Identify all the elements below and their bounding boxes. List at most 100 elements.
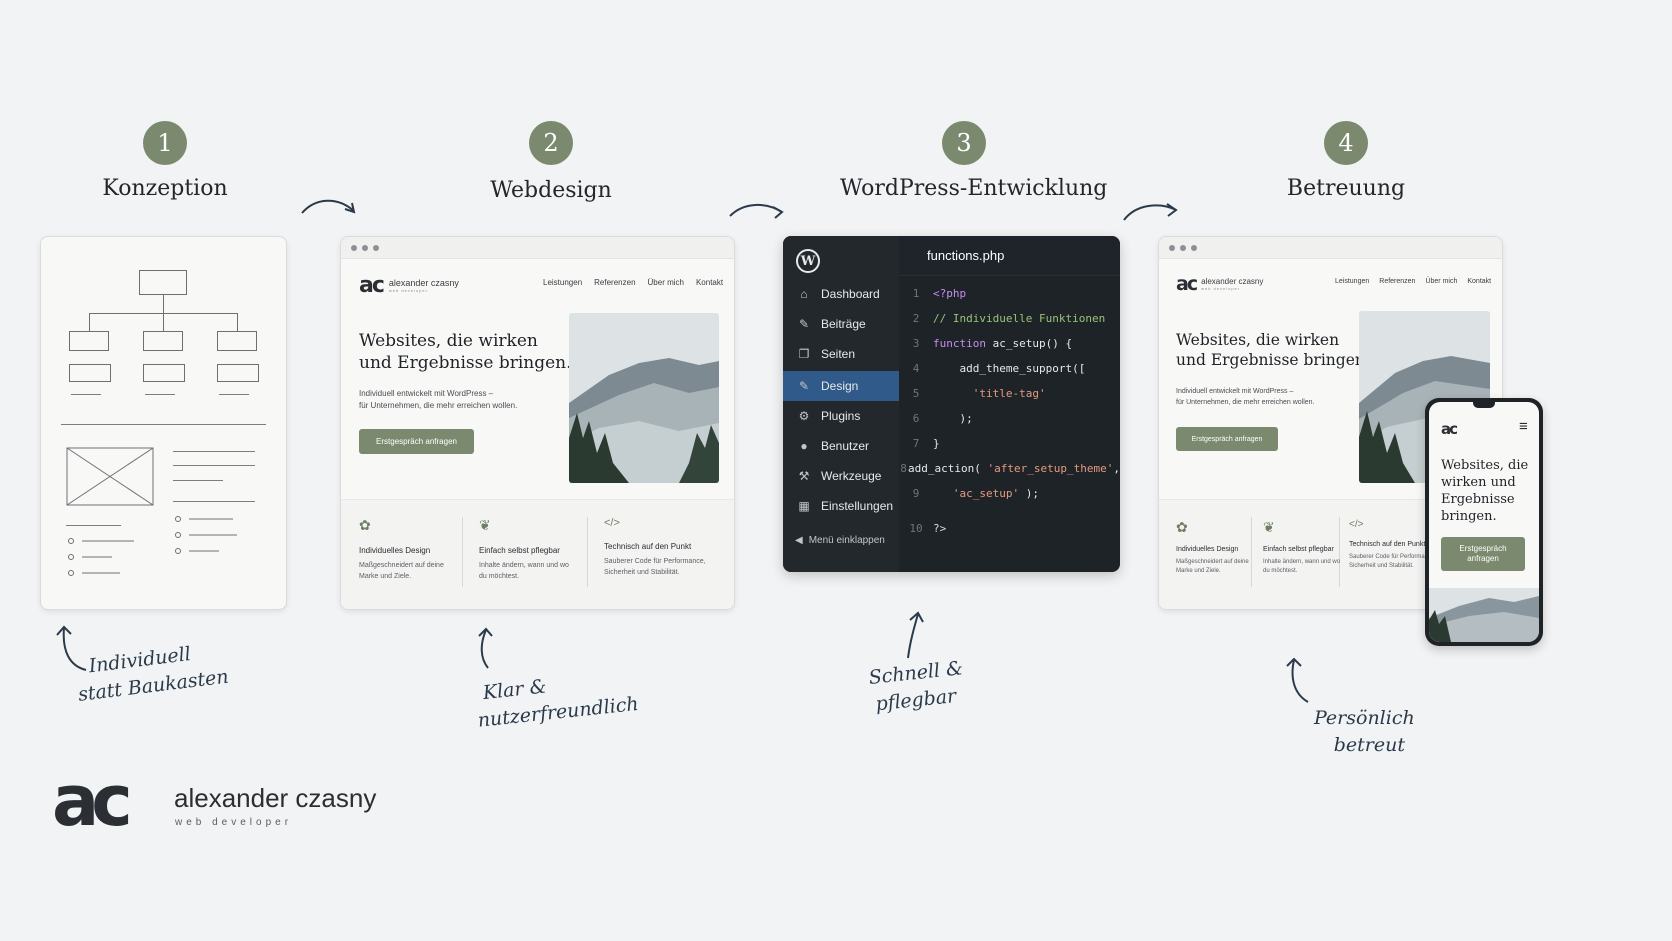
image-placeholder-icon	[66, 447, 154, 506]
window-dot-icon	[373, 244, 379, 251]
nav-ueber-mich[interactable]: Über mich	[1425, 278, 1457, 285]
code-line: 8 add_action( 'after_setup_theme',	[900, 462, 1120, 475]
window-dot-icon	[1180, 244, 1186, 251]
wp-menu-benutzer[interactable]: ● Benutzer	[783, 431, 899, 461]
brand-name: alexander czasny	[388, 278, 459, 288]
feature-tech: </> Technisch auf den Punkt Sauberer Cod…	[1349, 519, 1437, 569]
nav-leistungen[interactable]: Leistungen	[543, 278, 582, 287]
code-line: 6 );	[912, 412, 973, 425]
arrow-icon	[301, 199, 356, 214]
hamburger-menu-icon[interactable]: ≡	[1519, 418, 1528, 435]
logo-mark: ac	[359, 273, 385, 298]
note-arrow-icon	[56, 625, 87, 671]
code-editor: functions.php 1 <?php 2// Individuelle Fun…	[899, 236, 1120, 572]
wp-menu-beiträge[interactable]: ✎ Beiträge	[783, 309, 899, 339]
code-line: 2// Individuelle Funktionen	[912, 312, 1106, 325]
note-arrow-icon	[907, 611, 924, 659]
menu-icon: ▦	[798, 499, 810, 513]
hero-text: Individuell entwickelt mit WordPress – f…	[359, 389, 518, 410]
site-logo[interactable]: ac alexander czasny web developer	[1176, 273, 1263, 295]
wp-menu-seiten[interactable]: ❐ Seiten	[783, 339, 899, 369]
bullet-list-icon	[175, 516, 237, 554]
step-4-number: 4	[1324, 121, 1368, 165]
step-3-number: 3	[942, 121, 986, 165]
window-dot-icon	[351, 244, 357, 251]
code-body: 1 <?php 2// Individuelle Funktionen 3 functi…	[899, 276, 1120, 541]
code-filename[interactable]: functions.php	[899, 236, 1120, 276]
wp-menu-dashboard[interactable]: ⌂ Dashboard	[783, 279, 899, 309]
menu-icon: ✎	[798, 379, 810, 393]
menu-icon: ❐	[798, 347, 810, 361]
nav-ueber-mich[interactable]: Über mich	[648, 278, 684, 287]
feature-maintain: ❦ Einfach selbst pflegbar Inhalte ändern…	[479, 517, 569, 580]
nav-referenzen[interactable]: Referenzen	[594, 278, 635, 287]
hero-heading: Websites, die wirken und Ergebnisse brin…	[1176, 331, 1370, 369]
footer-brand-name: alexander czasny	[174, 783, 377, 813]
menu-icon: ⌂	[800, 287, 808, 301]
webdesign-card: ac alexander czasny web developer Leistu…	[340, 236, 735, 610]
arrow-icon	[729, 204, 784, 219]
wp-menu: ⌂ Dashboard ✎ Beiträge ❐ Seiten ✎ Design ⚙ Plugin…	[783, 279, 899, 521]
cta-button[interactable]: Erstgespräch anfragen	[1176, 427, 1278, 451]
hero-heading: Websites, die wirken und Ergebnisse brin…	[359, 331, 572, 373]
wp-collapse-menu[interactable]: ◀ Menü einklappen	[795, 535, 885, 546]
site-nav: Leistungen Referenzen Über mich Kontakt	[543, 278, 723, 287]
wp-menu-design[interactable]: ✎ Design	[783, 371, 899, 401]
collapse-icon: ◀	[795, 535, 803, 546]
flower-icon: ✿	[1176, 519, 1188, 535]
window-dot-icon	[362, 244, 368, 251]
wp-menu-einstellungen[interactable]: ▦ Einstellungen	[783, 491, 899, 521]
phone-screen: ac ≡ Websites, die wirken und Ergebnisse br…	[1429, 402, 1539, 642]
phone-cta-button[interactable]: Erstgespräch anfragen	[1441, 537, 1525, 571]
brand-sub: web developer	[388, 288, 428, 293]
cta-button[interactable]: Erstgespräch anfragen	[359, 429, 474, 454]
nav-leistungen[interactable]: Leistungen	[1335, 278, 1369, 285]
note-webdesign: Klar & nutzerfreundlich	[476, 675, 640, 732]
site-logo[interactable]: ac alexander czasny web developer	[359, 273, 459, 298]
step-1-number: 1	[143, 121, 187, 165]
sitemap-node	[143, 364, 185, 382]
note-arrow-icon	[478, 627, 493, 669]
wp-menu-werkzeuge[interactable]: ⚒ Werkzeuge	[783, 461, 899, 491]
feature-tech: </> Technisch auf den Punkt Sauberer Cod…	[604, 517, 706, 576]
footer-brand-sub: web developer	[175, 817, 293, 828]
brand-name: alexander czasny	[1201, 277, 1264, 286]
code-icon: </>	[604, 517, 620, 529]
sitemap-node	[139, 270, 187, 295]
menu-icon: ✎	[798, 317, 810, 331]
window-dot-icon	[1169, 244, 1175, 251]
feature-maintain: ❦ Einfach selbst pflegbar Inhalte ändern…	[1263, 519, 1341, 574]
arrow-icon	[1123, 203, 1178, 221]
leaf-icon: ❦	[1263, 519, 1275, 535]
phone-hero-heading: Websites, die wirken und Ergebnisse bringen…	[1441, 458, 1529, 524]
code-line: 5 'title-tag'	[912, 387, 1046, 400]
logo-mark: ac	[1176, 273, 1198, 295]
bullet-list-icon	[68, 538, 134, 576]
note-entwicklung: Schnell & pflegbar	[867, 657, 964, 715]
code-line: 1 <?php	[912, 287, 967, 300]
wordpress-panel: W ⌂ Dashboard ✎ Beiträge ❐ Seiten ✎ Design ⚙ Plug…	[783, 236, 1120, 572]
window-dot-icon	[1191, 244, 1197, 251]
nav-kontakt[interactable]: Kontakt	[696, 278, 723, 287]
code-line: 10 ?>	[909, 522, 947, 535]
wp-sidebar: W ⌂ Dashboard ✎ Beiträge ❐ Seiten ✎ Design ⚙ Plug…	[783, 236, 899, 572]
feature-design: ✿ Individuelles Design Maßgeschneidert a…	[359, 517, 444, 580]
logo-mark[interactable]: ac	[1441, 420, 1458, 438]
nav-kontakt[interactable]: Kontakt	[1467, 278, 1491, 285]
code-line: 7}	[912, 437, 940, 450]
menu-icon: ⚒	[798, 469, 810, 483]
step-4-title: Betreuung	[1286, 176, 1406, 201]
wordpress-logo-icon[interactable]: W	[796, 249, 820, 273]
feature-design: ✿ Individuelles Design Maßgeschneidert a…	[1176, 519, 1249, 574]
sitemap-node	[143, 331, 183, 351]
code-line: 3 function ac_setup() {	[912, 337, 1073, 350]
wp-menu-plugins[interactable]: ⚙ Plugins	[783, 401, 899, 431]
note-arrow-icon	[1286, 657, 1309, 703]
sitemap-node	[217, 331, 257, 351]
step-2-number: 2	[529, 121, 573, 165]
flower-icon: ✿	[359, 517, 371, 533]
sitemap-node	[217, 364, 259, 382]
footer-logo-mark[interactable]: ac	[52, 766, 133, 836]
nav-referenzen[interactable]: Referenzen	[1379, 278, 1415, 285]
hero-text: Individuell entwickelt mit WordPress – f…	[1176, 388, 1315, 406]
